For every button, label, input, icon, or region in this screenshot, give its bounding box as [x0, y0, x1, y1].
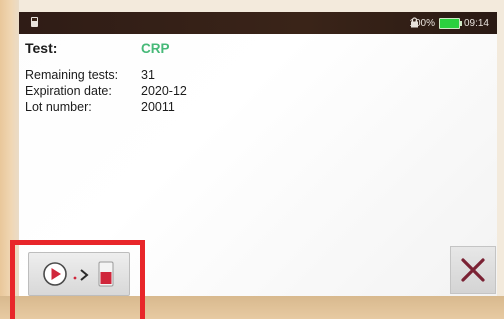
sd-card-icon — [31, 17, 38, 27]
remaining-tests-label: Remaining tests: — [25, 68, 119, 82]
test-row: Test: CRP — [25, 40, 187, 57]
test-info: Test: CRP Remaining tests: 31 Expiration… — [25, 40, 187, 115]
highlight-annotation — [10, 240, 145, 319]
lot-number-row: Lot number: 20011 — [25, 99, 187, 115]
status-bar: 100% 09:14 — [19, 12, 497, 34]
status-right: 100% 09:14 — [409, 16, 489, 30]
expiration-date-value: 2020-12 — [141, 84, 187, 98]
battery-icon — [438, 17, 462, 29]
lot-number-value: 20011 — [141, 100, 175, 114]
close-button[interactable] — [450, 246, 496, 294]
close-icon — [461, 258, 485, 282]
test-name: CRP — [141, 41, 170, 56]
expiration-date-row: Expiration date: 2020-12 — [25, 83, 187, 99]
expiration-date-label: Expiration date: — [25, 84, 112, 98]
lot-number-label: Lot number: — [25, 100, 92, 114]
remaining-tests-row: Remaining tests: 31 — [25, 67, 187, 83]
clock: 09:14 — [463, 17, 489, 29]
remaining-tests-value: 31 — [141, 68, 155, 82]
battery-percent: 100% — [409, 17, 435, 29]
test-label: Test: — [25, 40, 58, 56]
